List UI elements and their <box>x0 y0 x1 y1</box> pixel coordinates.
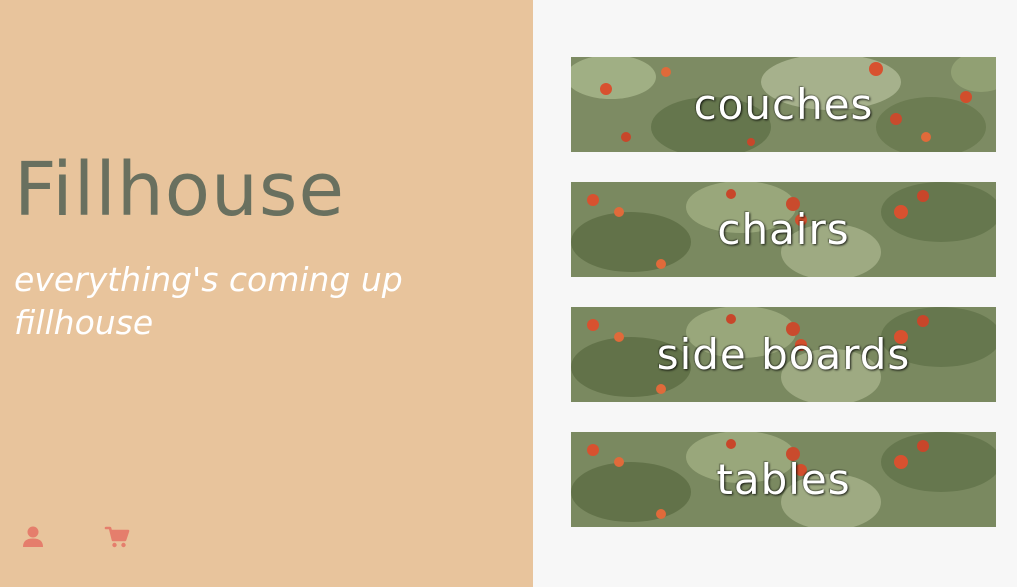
user-icon[interactable] <box>18 522 48 552</box>
category-label: side boards <box>656 330 911 379</box>
category-label: tables <box>716 455 851 504</box>
shopping-cart-icon[interactable] <box>102 522 132 552</box>
category-label: couches <box>693 80 874 129</box>
category-chairs[interactable]: chairs <box>571 182 996 277</box>
category-tables[interactable]: tables <box>571 432 996 527</box>
site-title: Fillhouse <box>14 147 346 233</box>
category-side-boards[interactable]: side boards <box>571 307 996 402</box>
site-tagline: everything's coming up fillhouse <box>14 260 403 342</box>
category-label: chairs <box>717 205 850 254</box>
brand-panel: Fillhouse everything's coming up fillhou… <box>0 0 533 587</box>
category-couches[interactable]: couches <box>571 57 996 152</box>
page: Fillhouse everything's coming up fillhou… <box>0 0 1017 587</box>
